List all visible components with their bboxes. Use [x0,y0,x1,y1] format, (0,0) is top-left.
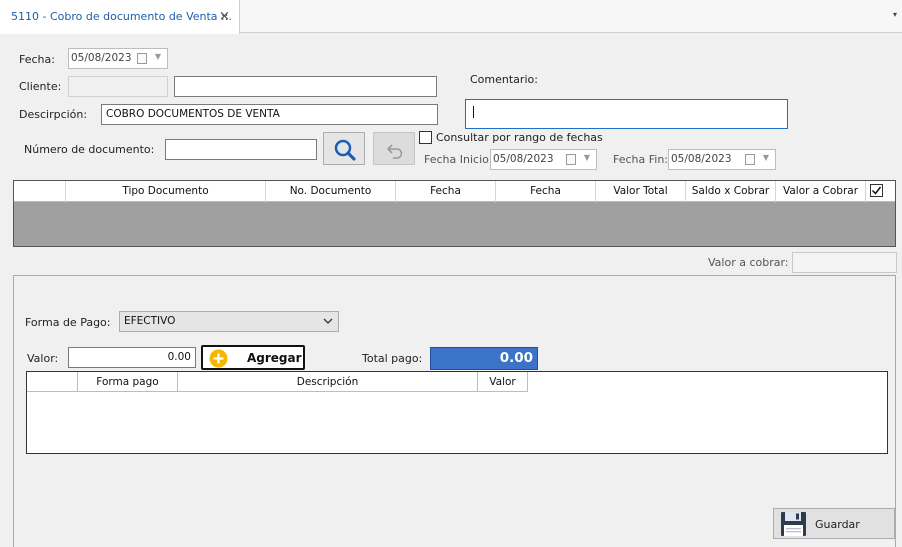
fecha-label: Fecha: [19,53,55,66]
valor-label: Valor: [27,352,59,365]
cliente-name-field[interactable] [174,76,437,97]
numero-documento-label: Número de documento: [24,143,155,156]
text-cursor [473,106,474,118]
payments-grid[interactable]: Forma pago Descripción Valor [26,371,888,454]
search-button[interactable] [323,132,365,165]
search-icon [334,139,356,161]
chevron-down-icon: ▼ [583,153,590,162]
row-header-cell [27,372,78,392]
row-header-cell [14,181,65,202]
column-header-valor[interactable]: Valor [478,372,528,392]
documents-grid[interactable]: Tipo Documento No. Documento Fecha Fecha… [13,180,896,247]
floppy-disk-icon [781,512,806,536]
cliente-code-field [68,76,168,97]
guardar-button[interactable]: Guardar [773,508,895,539]
comentario-field[interactable] [465,99,788,129]
agregar-label: Agregar [247,351,302,365]
rango-fechas-checkbox[interactable] [419,131,432,144]
fecha-value: 05/08/2023 [71,52,132,64]
chevron-down-icon: ▼ [154,52,161,61]
valor-field[interactable]: 0.00 [68,347,196,368]
fecha-fin-value: 05/08/2023 [671,153,732,165]
valor-a-cobrar-field [792,252,897,273]
fecha-date-picker[interactable]: 05/08/2023 ▼ [68,48,168,69]
plus-circle-icon [209,349,228,368]
calendar-icon [566,154,576,165]
column-header-no-documento[interactable]: No. Documento [265,181,395,202]
fecha-inicio-date-picker[interactable]: 05/08/2023 ▼ [490,149,597,170]
column-header-valor-total[interactable]: Valor Total [595,181,685,202]
valor-a-cobrar-label: Valor a cobrar: [708,256,789,269]
agregar-button[interactable]: Agregar [201,345,305,370]
reset-search-button[interactable] [373,132,415,165]
calendar-icon [137,53,147,64]
guardar-label: Guardar [815,518,860,531]
chevron-down-icon: ▼ [762,153,769,162]
column-header-saldo-x-cobrar[interactable]: Saldo x Cobrar [685,181,775,202]
document-tab[interactable]: 5110 - Cobro de documento de Venta ::. × [0,0,240,34]
column-header-tipo-documento[interactable]: Tipo Documento [65,181,265,202]
checkmark-icon [871,186,882,195]
descripcion-label: Descirpción: [19,108,88,121]
calendar-icon [745,154,755,165]
close-icon[interactable]: × [219,9,230,24]
select-all-checkbox[interactable] [870,184,883,197]
fecha-inicio-label: Fecha Inicio: [424,153,493,166]
forma-pago-value: EFECTIVO [124,315,176,327]
tab-title: 5110 - Cobro de documento de Venta ::. [11,10,232,23]
cliente-label: Cliente: [19,80,62,93]
column-header-select-all[interactable] [865,181,895,202]
undo-arrow-icon [386,144,403,159]
chevron-down-icon [323,318,333,324]
total-pago-value: 0.00 [430,347,538,370]
comentario-label: Comentario: [470,73,538,86]
total-pago-label: Total pago: [362,352,423,365]
rango-fechas-label: Consultar por rango de fechas [436,131,603,144]
column-header-forma-pago[interactable]: Forma pago [78,372,178,392]
column-header-valor-a-cobrar[interactable]: Valor a Cobrar [775,181,865,202]
forma-pago-select[interactable]: EFECTIVO [119,311,339,332]
descripcion-field[interactable]: COBRO DOCUMENTOS DE VENTA [101,104,438,125]
fecha-fin-date-picker[interactable]: 05/08/2023 ▼ [668,149,776,170]
tab-menu-chevron-icon[interactable]: ▾ [893,10,897,19]
column-header-fecha[interactable]: Fecha [395,181,495,202]
column-header-descripcion[interactable]: Descripción [178,372,478,392]
documents-grid-header: Tipo Documento No. Documento Fecha Fecha… [14,181,895,202]
fecha-fin-label: Fecha Fin: [613,153,669,166]
fecha-inicio-value: 05/08/2023 [493,153,554,165]
forma-pago-label: Forma de Pago: [25,316,111,329]
column-header-fecha-vencimiento[interactable]: Fecha [495,181,595,202]
numero-documento-field[interactable] [165,139,317,160]
